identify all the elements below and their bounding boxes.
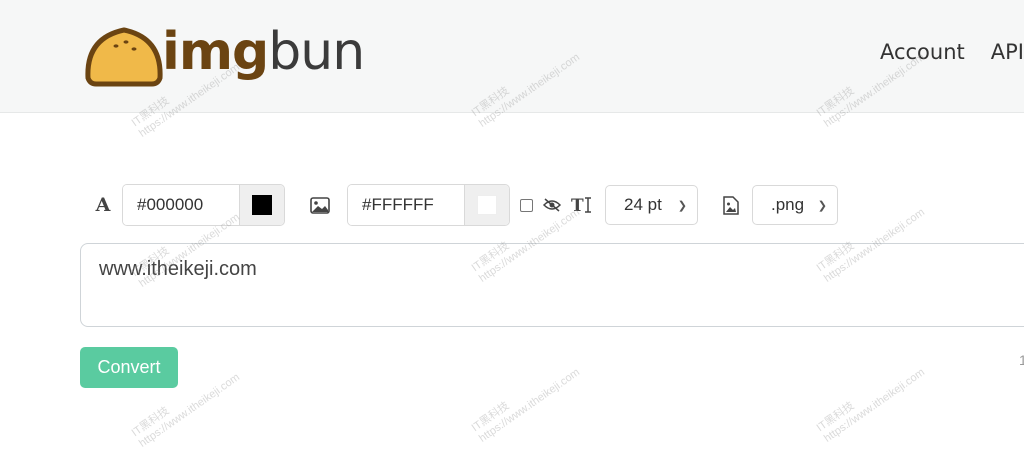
- brand-wordmark: imgbun: [162, 22, 365, 82]
- chevron-down-icon: ❯: [677, 199, 687, 212]
- nav-api-link[interactable]: API: [991, 38, 1024, 66]
- convert-button[interactable]: Convert: [80, 347, 178, 388]
- watermark: IT黑科技 https://www.itheikeji.com: [814, 366, 928, 445]
- background-image-icon: [307, 192, 333, 218]
- nav-account-link[interactable]: Account: [880, 38, 965, 66]
- top-nav: Account API: [880, 38, 1024, 66]
- chevron-down-icon: ❯: [817, 199, 827, 212]
- imgbun-logo[interactable]: [84, 18, 164, 88]
- text-color-icon: A: [95, 194, 111, 216]
- font-size-icon: T: [569, 192, 595, 218]
- font-size-select[interactable]: 24 pt ❯: [605, 185, 698, 225]
- transparent-checkbox[interactable]: [520, 198, 533, 212]
- options-toolbar: A T 24 pt ❯ .png ❯: [90, 184, 838, 226]
- bg-color-input[interactable]: [348, 185, 464, 225]
- char-counter-edge: 1: [1019, 352, 1024, 368]
- watermark: IT黑科技 https://www.itheikeji.com: [469, 366, 583, 445]
- bg-color-picker[interactable]: [464, 185, 509, 225]
- brand-name-bun: bun: [268, 22, 365, 82]
- text-color-picker[interactable]: [239, 185, 284, 225]
- svg-text:T: T: [571, 196, 584, 214]
- text-color-group: [122, 184, 285, 226]
- bg-color-group: [347, 184, 510, 226]
- text-color-swatch: [252, 195, 272, 215]
- brand-name-img: img: [162, 22, 269, 82]
- file-format-select[interactable]: .png ❯: [752, 185, 838, 225]
- file-format-value: .png: [771, 195, 805, 214]
- font-size-value: 24 pt: [624, 195, 662, 214]
- site-header: imgbun Account API: [0, 0, 1024, 113]
- text-color-input[interactable]: [123, 185, 239, 225]
- file-format-icon: [718, 192, 744, 218]
- transparency-icon: [539, 192, 565, 218]
- bg-color-swatch: [477, 195, 497, 215]
- text-input-area[interactable]: www.itheikeji.com: [80, 243, 1024, 327]
